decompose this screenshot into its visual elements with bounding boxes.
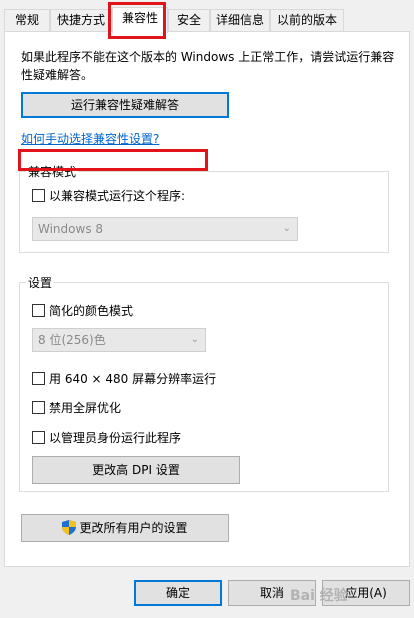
settings-group: 设置 简化的颜色模式 8 位(256)色 ⌄ 用 640 × 480 屏幕分辨率… bbox=[19, 274, 389, 492]
reduced-color-checkbox[interactable]: 简化的颜色模式 bbox=[32, 302, 133, 319]
color-depth-value: 8 位(256)色 bbox=[38, 333, 106, 347]
disable-fullscreen-checkbox[interactable]: 禁用全屏优化 bbox=[32, 399, 121, 416]
tab-previous-versions[interactable]: 以前的版本 bbox=[270, 9, 344, 32]
ok-button[interactable]: 确定 bbox=[134, 580, 222, 606]
compat-os-value: Windows 8 bbox=[38, 222, 104, 236]
troubleshoot-button[interactable]: 运行兼容性疑难解答 bbox=[21, 92, 229, 118]
compat-mode-checkbox[interactable]: 以兼容模式运行这个程序: bbox=[32, 187, 185, 204]
annotation-box-checkbox bbox=[18, 149, 208, 171]
res-640-checkbox[interactable]: 用 640 × 480 屏幕分辨率运行 bbox=[32, 370, 216, 387]
manual-settings-link[interactable]: 如何手动选择兼容性设置? bbox=[21, 130, 159, 147]
chevron-down-icon: ⌄ bbox=[190, 334, 199, 345]
checkbox-box[interactable] bbox=[32, 431, 45, 444]
compat-os-select[interactable]: Windows 8 ⌄ bbox=[32, 217, 298, 241]
run-as-admin-checkbox[interactable]: 以管理员身份运行此程序 bbox=[32, 429, 181, 446]
tab-general[interactable]: 常规 bbox=[4, 9, 50, 32]
compatibility-panel: 如果此程序不能在这个版本的 Windows 上正常工作，请尝试运行兼容性疑难解答… bbox=[4, 31, 410, 567]
checkbox-box[interactable] bbox=[32, 189, 45, 202]
tab-strip: 常规 快捷方式 兼容性 安全 详细信息 以前的版本 bbox=[4, 7, 410, 33]
all-users-label: 更改所有用户的设置 bbox=[79, 521, 188, 535]
reduced-color-label: 简化的颜色模式 bbox=[49, 304, 134, 318]
res-640-label: 用 640 × 480 屏幕分辨率运行 bbox=[49, 372, 217, 386]
checkbox-box[interactable] bbox=[32, 372, 45, 385]
compat-mode-group: 兼容模式 以兼容模式运行这个程序: Windows 8 ⌄ bbox=[19, 163, 389, 253]
watermark: Bai 经验 bbox=[290, 588, 348, 604]
run-as-admin-label: 以管理员身份运行此程序 bbox=[49, 431, 182, 445]
chevron-down-icon: ⌄ bbox=[282, 223, 291, 234]
annotation-box-tab bbox=[108, 2, 166, 39]
compat-mode-label: 以兼容模式运行这个程序: bbox=[49, 189, 186, 203]
tab-shortcut[interactable]: 快捷方式 bbox=[50, 9, 112, 32]
intro-text: 如果此程序不能在这个版本的 Windows 上正常工作，请尝试运行兼容性疑难解答… bbox=[21, 50, 395, 82]
checkbox-box[interactable] bbox=[32, 304, 45, 317]
all-users-settings-button[interactable]: 更改所有用户的设置 bbox=[21, 514, 229, 542]
dpi-settings-button[interactable]: 更改高 DPI 设置 bbox=[32, 456, 240, 484]
tab-security[interactable]: 安全 bbox=[168, 9, 210, 32]
checkbox-box[interactable] bbox=[32, 401, 45, 414]
settings-title: 设置 bbox=[26, 274, 55, 291]
disable-fullscreen-label: 禁用全屏优化 bbox=[49, 401, 122, 415]
tab-details[interactable]: 详细信息 bbox=[210, 9, 270, 32]
shield-icon bbox=[62, 520, 77, 535]
color-depth-select[interactable]: 8 位(256)色 ⌄ bbox=[32, 328, 206, 352]
